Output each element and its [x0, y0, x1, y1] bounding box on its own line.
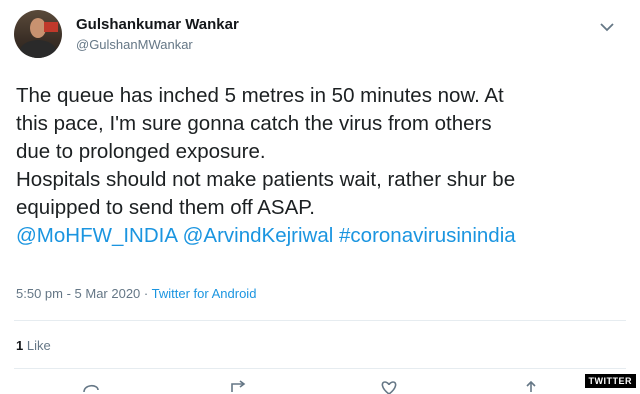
tweet-text-line: Hospitals should not make patients wait,… — [16, 168, 516, 191]
like-count[interactable]: 1 Like — [16, 338, 51, 353]
author-name[interactable]: Gulshankumar Wankar — [76, 16, 239, 33]
tweet-meta: 5:50 pm - 5 Mar 2020 · Twitter for Andro… — [16, 286, 256, 301]
like-count-number: 1 — [16, 338, 24, 353]
tweet-timestamp[interactable]: 5:50 pm - 5 Mar 2020 — [16, 286, 140, 301]
mention-mohfw[interactable]: @MoHFW_INDIA — [16, 224, 177, 247]
hashtag-coronavirusinindia[interactable]: #coronavirusinindia — [339, 224, 516, 247]
mentions-line: @MoHFW_INDIA @ArvindKejriwal #coronaviru… — [16, 222, 626, 250]
tweet-source[interactable]: Twitter for Android — [152, 286, 257, 301]
avatar-shirt — [20, 40, 56, 58]
divider — [14, 368, 626, 369]
tweet-text-line: The queue has inched 5 metres in 50 minu… — [16, 84, 504, 107]
tweet-text-line: this pace, I'm sure gonna catch the viru… — [16, 112, 492, 135]
tweet-card: Gulshankumar Wankar @GulshanMWankar The … — [0, 0, 640, 394]
chevron-down-icon[interactable] — [598, 20, 616, 34]
tweet-text-line: equipped to send them off ASAP. — [16, 196, 316, 219]
avatar[interactable] — [14, 10, 62, 58]
author-handle[interactable]: @GulshanMWankar — [76, 37, 193, 52]
meta-separator: · — [143, 286, 149, 301]
twitter-watermark: TWITTER — [584, 374, 636, 388]
avatar-background-patch — [44, 22, 58, 32]
divider — [14, 320, 626, 321]
tweet-text: The queue has inched 5 metres in 50 minu… — [16, 82, 626, 250]
mention-arvindkejriwal[interactable]: @ArvindKejriwal — [183, 224, 334, 247]
tweet-text-line: due to prolonged exposure. — [16, 140, 266, 163]
like-count-label: Like — [26, 338, 51, 353]
